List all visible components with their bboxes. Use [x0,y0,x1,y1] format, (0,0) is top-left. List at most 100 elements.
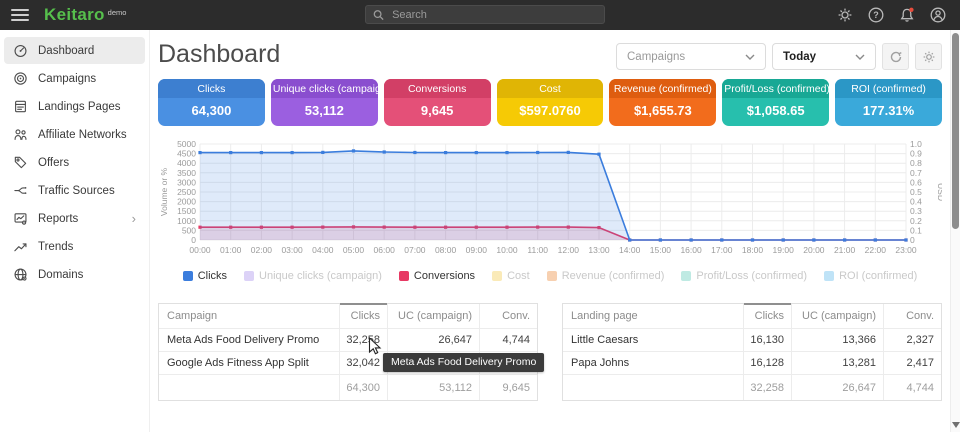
table-header-clicks[interactable]: Clicks [743,304,791,328]
row-name-cell[interactable]: Meta Ads Food Delivery Promo [159,329,339,351]
table-row[interactable]: Little Caesars16,13013,3662,327 [563,329,941,352]
notification-dot [909,8,913,12]
row-name-cell[interactable]: Little Caesars [563,329,743,351]
svg-text:02:00: 02:00 [251,245,273,255]
refresh-button[interactable] [882,43,909,70]
help-icon[interactable]: ? [867,6,885,24]
sidebar-item-offers[interactable]: Offers [4,149,145,176]
svg-text:13:00: 13:00 [588,245,610,255]
legend-swatch [547,271,557,281]
main-content: Dashboard Campaigns Today Clicks64,300Un… [150,30,950,432]
chart-canvas[interactable]: 0500100015002000250030003500400045005000… [158,136,942,258]
legend-item-conversions[interactable]: Conversions [399,270,475,282]
row-tooltip: Meta Ads Food Delivery Promo [383,353,544,372]
legend-swatch [183,271,193,281]
metric-card-value: $1,655.73 [609,98,716,126]
scroll-down-arrow[interactable] [952,422,960,428]
metric-cards: Clicks64,300Unique clicks (campaign)53,1… [158,79,942,126]
menu-icon[interactable] [11,9,29,21]
search-input[interactable] [390,8,597,22]
svg-text:4500: 4500 [177,149,196,159]
svg-text:05:00: 05:00 [343,245,365,255]
date-range-select[interactable]: Today [772,43,876,70]
app-logo[interactable]: Keitaro demo [44,5,126,25]
notifications-icon[interactable] [898,6,916,24]
legend-item-clicks[interactable]: Clicks [183,270,227,282]
search-icon [373,9,384,21]
svg-text:0.8: 0.8 [910,158,922,168]
sidebar-item-label: Landings Pages [38,101,120,113]
legend-swatch [824,271,834,281]
table-header-conv[interactable]: Conv. [479,304,537,328]
table-row[interactable]: Meta Ads Food Delivery Promo32,25826,647… [159,329,537,352]
offers-icon [13,155,28,170]
account-icon[interactable] [929,6,947,24]
sidebar-item-campaigns[interactable]: Campaigns [4,65,145,92]
svg-text:3000: 3000 [177,177,196,187]
row-name-cell[interactable]: Google Ads Fitness App Split [159,352,339,374]
campaign-filter-select[interactable]: Campaigns [616,43,766,70]
svg-text:19:00: 19:00 [773,245,795,255]
svg-text:0.1: 0.1 [910,225,922,235]
table-header-uc-campaign[interactable]: UC (campaign) [387,304,479,328]
legend-item-unique-clicks-campaign[interactable]: Unique clicks (campaign) [244,270,382,282]
scrollbar-thumb[interactable] [952,33,959,229]
sidebar-item-domains[interactable]: Domains [4,261,145,288]
totals-empty-cell [563,375,743,400]
svg-text:00:00: 00:00 [189,245,211,255]
table-header-clicks[interactable]: Clicks [339,304,387,328]
metric-card-label: Unique clicks (campaign) [271,79,378,98]
svg-text:?: ? [873,10,879,20]
legend-label: Clicks [198,270,227,282]
metric-cell: 26,647 [387,329,479,351]
legend-item-revenue-confirmed[interactable]: Revenue (confirmed) [547,270,665,282]
sidebar-item-dashboard[interactable]: Dashboard [4,37,145,64]
sidebar-item-reports[interactable]: Reports› [4,205,145,232]
table-header-name[interactable]: Landing page [563,304,743,328]
svg-text:0: 0 [191,235,196,245]
table-header-conv[interactable]: Conv. [883,304,941,328]
table-header-name[interactable]: Campaign [159,304,339,328]
svg-text:14:00: 14:00 [619,245,641,255]
sidebar-item-label: Trends [38,241,73,253]
table-header-row: CampaignClicksUC (campaign)Conv. [159,304,537,329]
legend-item-cost[interactable]: Cost [492,270,530,282]
metric-card-label: Cost [497,79,604,98]
scrollbar[interactable] [950,30,960,432]
legend-label: Revenue (confirmed) [562,270,665,282]
svg-text:2000: 2000 [177,197,196,207]
landing-page-table: Landing pageClicksUC (campaign)Conv.Litt… [562,303,942,401]
sidebar-item-landings-pages[interactable]: Landings Pages [4,93,145,120]
svg-text:0.6: 0.6 [910,177,922,187]
metric-card-label: Clicks [158,79,265,98]
metric-card-value: 9,645 [384,98,491,126]
landings-icon [13,99,28,114]
traffic-chart[interactable]: 0500100015002000250030003500400045005000… [158,136,942,263]
totals-cell: 53,112 [387,375,479,400]
totals-cell: 26,647 [791,375,883,400]
row-name-cell[interactable]: Papa Johns [563,352,743,374]
svg-text:1500: 1500 [177,206,196,216]
settings-icon[interactable] [836,6,854,24]
dashboard-settings-button[interactable] [915,43,942,70]
metric-cell: 2,417 [883,352,941,374]
metric-card-revenue-confirmed: Revenue (confirmed)$1,655.73 [609,79,716,126]
legend-label: Cost [507,270,530,282]
sidebar-item-affiliate-networks[interactable]: Affiliate Networks [4,121,145,148]
sidebar-item-traffic-sources[interactable]: Traffic Sources [4,177,145,204]
legend-label: Profit/Loss (confirmed) [696,270,807,282]
legend-item-profit-loss-confirmed[interactable]: Profit/Loss (confirmed) [681,270,807,282]
metric-cell: 16,128 [743,352,791,374]
search-box[interactable] [365,5,605,24]
metric-card-conversions: Conversions9,645 [384,79,491,126]
legend-item-roi-confirmed[interactable]: ROI (confirmed) [824,270,917,282]
svg-text:04:00: 04:00 [312,245,334,255]
sidebar-item-trends[interactable]: Trends [4,233,145,260]
metric-card-unique-clicks-campaign: Unique clicks (campaign)53,112 [271,79,378,126]
totals-cell: 64,300 [339,375,387,400]
table-header-uc-campaign[interactable]: UC (campaign) [791,304,883,328]
sidebar: DashboardCampaigns Landings Pages Affiliat… [0,30,150,432]
metric-cell: 13,281 [791,352,883,374]
gear-icon [922,50,936,64]
table-row[interactable]: Papa Johns16,12813,2812,417 [563,352,941,375]
